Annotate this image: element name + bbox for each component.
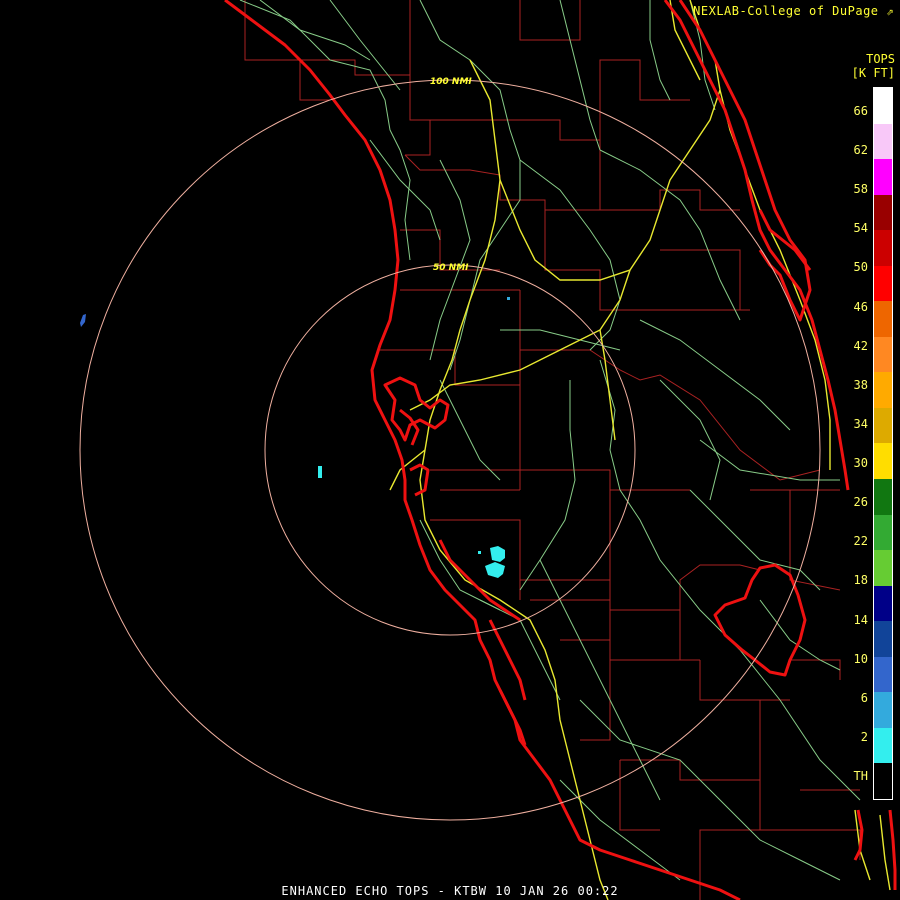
nexlab-credit: NEXLAB-College of DuPage ⇗ xyxy=(693,4,894,18)
legend-swatch xyxy=(874,479,892,515)
legend-label: 30 xyxy=(853,456,868,471)
range-rings xyxy=(79,79,821,821)
legend-swatch xyxy=(874,301,892,337)
range-ring-100-label: 100 NMI xyxy=(430,77,472,87)
radar-echoes xyxy=(80,297,510,578)
echo-cell xyxy=(507,297,510,300)
legend-swatch xyxy=(874,123,892,160)
echo-cell xyxy=(490,546,505,562)
echo-cell xyxy=(80,314,86,327)
legend-swatch xyxy=(874,159,892,195)
legend-label: 22 xyxy=(853,534,868,549)
legend-label: 58 xyxy=(853,182,868,197)
county-boundaries xyxy=(244,0,861,900)
legend-label: 2 xyxy=(860,729,868,744)
legend-swatch xyxy=(874,443,892,480)
legend-swatch xyxy=(874,550,892,586)
legend-swatch xyxy=(874,656,892,693)
legend-swatch xyxy=(874,692,892,728)
legend-label: 14 xyxy=(853,612,868,627)
legend-label: 42 xyxy=(853,338,868,353)
echo-cell xyxy=(478,551,481,554)
range-ring-100-nmi xyxy=(79,79,821,821)
legend-label: TH xyxy=(853,769,868,783)
legend-label: 50 xyxy=(853,260,868,275)
legend-label: 10 xyxy=(853,651,868,666)
legend-label: 62 xyxy=(853,143,868,158)
legend-label: 34 xyxy=(853,416,868,431)
legend-swatch xyxy=(874,88,892,124)
arrow-icon: ⇗ xyxy=(886,4,894,18)
legend-swatch xyxy=(874,407,892,444)
legend-label: 6 xyxy=(860,690,868,705)
legend-swatch xyxy=(874,727,892,764)
credit-text: NEXLAB-College of DuPage xyxy=(693,4,879,18)
legend-swatch xyxy=(874,585,892,622)
legend-label: 46 xyxy=(853,299,868,314)
radar-map-view: 100 NMI 50 NMI NEXLAB-College of DuPage … xyxy=(0,0,900,900)
legend-title: TOPS [K FT] xyxy=(852,52,895,80)
legend-label: 18 xyxy=(853,573,868,588)
echo-cell xyxy=(318,466,322,478)
legend-swatch xyxy=(874,194,892,231)
legend-swatch xyxy=(874,763,892,799)
major-highways xyxy=(389,0,891,900)
legend-label: 54 xyxy=(853,221,868,236)
legend-title-line1: TOPS xyxy=(866,52,895,66)
legend-swatch xyxy=(874,230,892,266)
legend-title-line2: [K FT] xyxy=(851,66,895,80)
product-footer: ENHANCED ECHO TOPS - KTBW 10 JAN 26 00:2… xyxy=(281,884,619,898)
legend-color-bar xyxy=(873,87,893,800)
legend-swatch xyxy=(874,336,892,373)
echo-cell xyxy=(485,562,505,578)
legend-swatch xyxy=(874,621,892,657)
legend-label: 66 xyxy=(853,104,868,118)
secondary-roads xyxy=(239,0,861,881)
legend-swatch xyxy=(874,372,892,408)
legend-label: 38 xyxy=(853,377,868,392)
map-canvas: 100 NMI 50 NMI xyxy=(79,0,897,900)
legend-swatch xyxy=(874,265,892,302)
legend-label: 26 xyxy=(853,495,868,510)
legend-labels: 66 62 58 54 50 46 42 38 34 30 26 22 18 14 10 6 2 TH xyxy=(838,87,868,800)
legend-swatch xyxy=(874,514,892,551)
range-ring-50-label: 50 NMI xyxy=(433,263,469,273)
